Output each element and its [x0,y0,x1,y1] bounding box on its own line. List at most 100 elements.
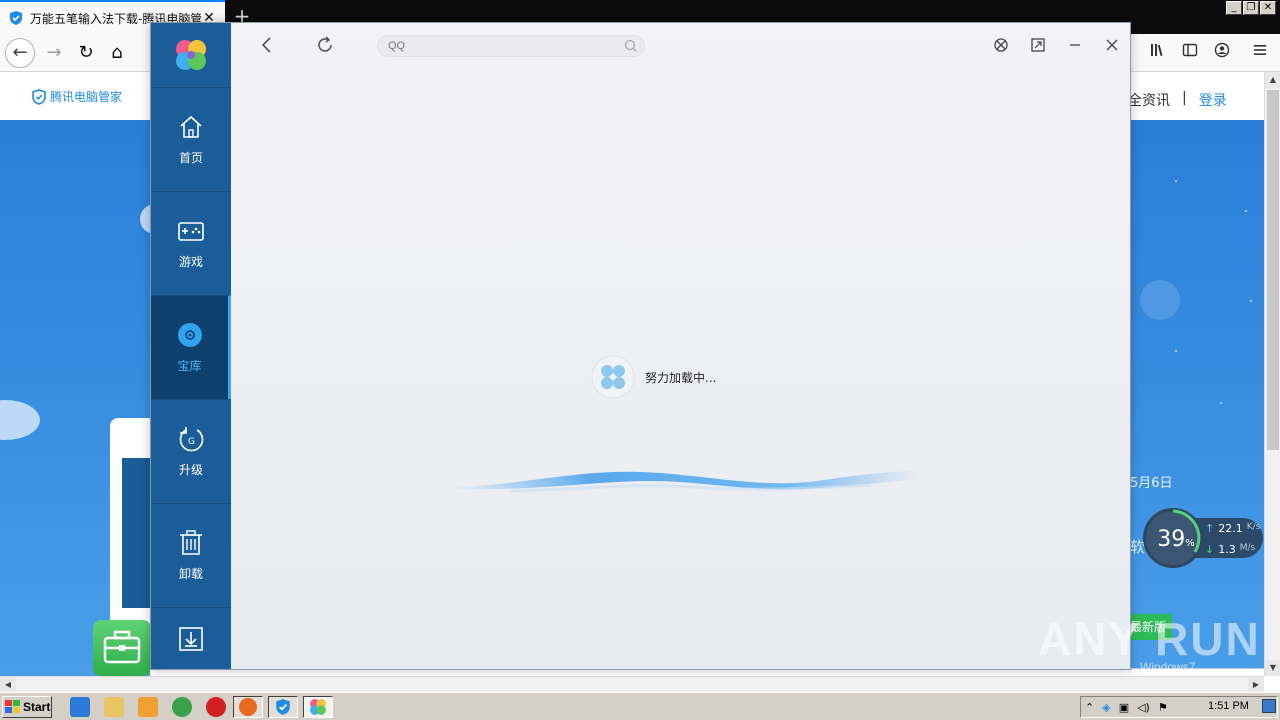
shield-icon [10,11,22,25]
scroll-right-arrow[interactable]: ▶ [1248,677,1264,693]
star-decoration [1245,210,1247,212]
menu-icon[interactable] [1246,39,1274,67]
network-speed-widget[interactable]: 39% ↑ 22.1 K/s ↓ 1.3 M/s [1143,508,1263,568]
tray-network-icon[interactable]: ▣ [1119,701,1129,714]
sidebar-item-label: 卸载 [178,567,203,581]
speed-percent-value: 39 [1157,527,1186,552]
minimize-window-button[interactable]: _ [1226,1,1242,15]
windows-logo-icon [5,700,20,713]
firefox-icon [239,698,257,716]
vertical-scrollbar[interactable]: ▲ ▼ [1264,72,1280,676]
anyrun-watermark-sub: Windows7 [1140,660,1196,674]
taskbar-firefox[interactable] [233,696,263,718]
tray-expand-icon[interactable]: ⌃ [1085,701,1094,714]
start-button[interactable]: Start [2,696,52,718]
skin-icon [994,38,1008,52]
home-icon [180,115,202,138]
upload-speed: ↑ 22.1 K/s [1205,522,1260,535]
star-decoration [1220,402,1222,404]
app-sidebar: 首页 游戏 宝库 G 升级 卸载 [151,23,231,669]
app-minimize-button[interactable] [1065,35,1085,55]
clover-logo-icon [310,699,326,715]
taskbar-app-store[interactable] [303,696,333,718]
horizontal-scrollbar[interactable]: ◀ ▶ [0,676,1264,693]
show-desktop-icon[interactable] [1262,699,1276,713]
download-icon [179,626,203,651]
planet-decoration [1140,280,1180,320]
svg-text:G: G [188,437,195,447]
tray-volume-icon[interactable]: ◁) [1137,701,1150,714]
forward-button[interactable]: → [40,39,68,67]
speed-percent: 39% [1146,527,1206,552]
scroll-up-arrow[interactable]: ▲ [1265,72,1280,88]
sidebar-item-games[interactable]: 游戏 [151,191,231,295]
account-icon[interactable] [1208,39,1236,67]
start-label: Start [23,700,51,714]
close-window-button[interactable]: ✕ [1260,1,1276,15]
taskbar-pcmanager[interactable] [268,696,298,718]
app-refresh-button[interactable] [313,33,337,57]
site-date-text: 5月6日 [1130,476,1173,491]
anyrun-watermark: ANY RUN [1038,613,1261,665]
upload-unit: K/s [1246,522,1261,532]
clover-spinner-icon [591,355,635,399]
loading-text: 努力加载中... [645,370,717,385]
search-icon[interactable] [623,38,639,54]
cloud-decoration [0,400,40,440]
device-screen-illustration [122,458,152,608]
folder-icon[interactable] [104,697,124,717]
app-back-button[interactable] [255,33,279,57]
clover-logo-icon [176,40,206,70]
ie-icon[interactable] [70,697,90,717]
taskbar: Start ⌃ ◈ ▣ ◁) ⚑ 1:51 PM [0,692,1280,720]
star-decoration [1175,350,1177,352]
chrome-icon[interactable] [172,697,192,717]
minimize-icon [1070,44,1080,46]
library-icon[interactable] [1144,39,1172,67]
app-search-input[interactable] [377,35,645,57]
scroll-left-arrow[interactable]: ◀ [0,677,16,693]
taskbar-clock[interactable]: 1:51 PM [1208,700,1249,712]
tray-flag-icon[interactable]: ⚑ [1158,701,1168,714]
site-nav-news[interactable]: 全资讯 [1128,90,1170,110]
loading-indicator: 努力加载中... [591,355,716,399]
shield-icon [32,88,46,105]
download-arrow-icon: ↓ [1205,543,1215,556]
sidebar-item-label: 游戏 [178,255,203,269]
upgrade-icon: G [179,427,204,452]
download-unit: M/s [1239,543,1256,553]
trash-icon [180,530,202,555]
back-button[interactable]: ← [5,38,35,68]
site-logo[interactable]: 腾讯电脑管家 [32,88,122,105]
app-logo [151,23,231,87]
sidebar-item-label: 首页 [178,151,203,165]
toolbox-icon [93,620,151,676]
media-player-icon[interactable] [138,697,158,717]
window-controls: _ ❐ ✕ [1226,1,1276,15]
scrollbar-thumb[interactable] [1267,90,1279,450]
opera-icon[interactable] [206,697,226,717]
sidebar-item-download[interactable] [151,607,231,669]
scroll-down-arrow[interactable]: ▼ [1265,660,1280,676]
restore-window-button[interactable]: ❐ [1243,1,1259,15]
upload-value: 22.1 [1218,522,1243,535]
site-login-link[interactable]: 登录 [1199,90,1227,110]
sidebar-item-label: 升级 [178,463,203,477]
app-topbar [231,23,1130,67]
tray-shield-icon[interactable]: ◈ [1102,701,1110,714]
site-nav-separator: | [1182,90,1187,106]
sidebar-icon[interactable] [1176,39,1204,67]
sidebar-item-uninstall[interactable]: 卸载 [151,503,231,607]
speed-percent-unit: % [1185,538,1195,549]
close-icon [1106,39,1118,51]
home-button[interactable]: ⌂ [103,39,131,67]
skin-button[interactable] [991,35,1011,55]
download-speed: ↓ 1.3 M/s [1205,543,1255,556]
upload-arrow-icon: ↑ [1205,522,1215,535]
sidebar-item-upgrade[interactable]: G 升级 [151,399,231,503]
sidebar-item-home[interactable]: 首页 [151,87,231,191]
app-close-button[interactable] [1102,35,1122,55]
sidebar-item-library[interactable]: 宝库 [151,295,231,399]
reload-button[interactable]: ↻ [72,39,100,67]
mini-mode-button[interactable] [1028,35,1048,55]
